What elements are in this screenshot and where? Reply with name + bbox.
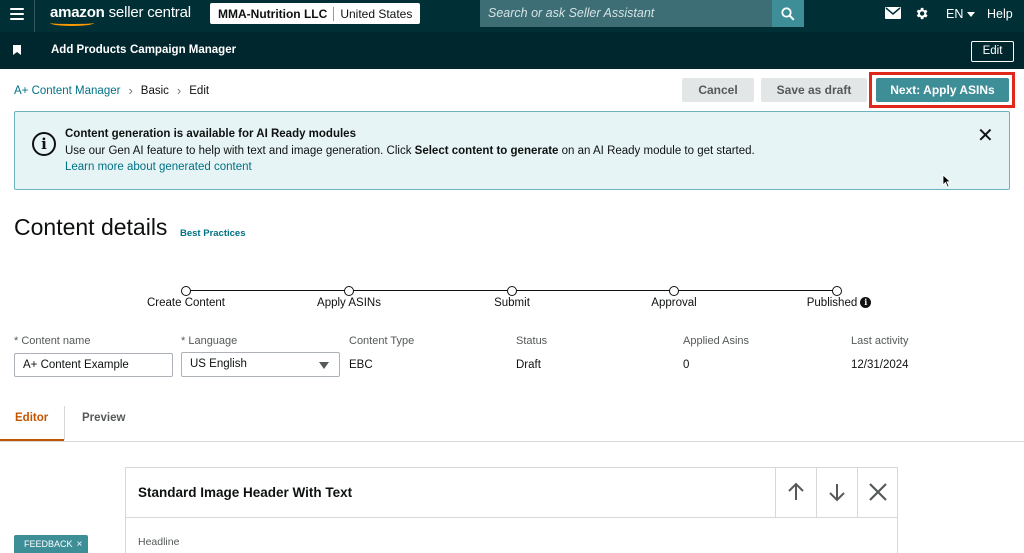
search-button[interactable] (772, 0, 804, 27)
step-dot-submit (507, 286, 517, 296)
step-dot-approval (669, 286, 679, 296)
close-icon[interactable]: × (77, 539, 83, 550)
search-icon (781, 7, 795, 21)
mouse-cursor-icon (942, 174, 952, 188)
account-switcher[interactable]: MMA-Nutrition LLC United States (210, 3, 421, 24)
mail-icon[interactable] (885, 7, 901, 19)
menu-icon[interactable] (10, 8, 24, 20)
breadcrumb-aplus-manager[interactable]: A+ Content Manager (14, 85, 120, 97)
next-apply-asins-button[interactable]: Next: Apply ASINs (876, 78, 1009, 102)
save-draft-button[interactable]: Save as draft (761, 78, 867, 102)
breadcrumb-edit: Edit (189, 84, 210, 97)
language-label: * Language (181, 335, 238, 347)
arrow-up-icon (788, 482, 804, 500)
tab-editor[interactable]: Editor (15, 412, 48, 424)
content-name-label: * Content name (14, 335, 91, 347)
help-link[interactable]: Help (987, 7, 1013, 21)
remove-module-button[interactable] (857, 468, 898, 518)
breadcrumb: A+ Content Manager › Basic › Edit (14, 83, 209, 98)
step-dot-create (181, 286, 191, 296)
language-selector[interactable]: EN (946, 7, 976, 21)
best-practices-link[interactable]: Best Practices (180, 228, 245, 239)
arrow-down-icon (829, 484, 845, 502)
cancel-button[interactable]: Cancel (682, 78, 754, 102)
close-icon[interactable]: ✕ (977, 126, 994, 146)
banner-title: Content generation is available for AI R… (65, 128, 356, 140)
info-icon: i (32, 132, 56, 156)
logo-smile (50, 20, 94, 26)
close-icon (869, 483, 887, 501)
banner-body: Use our Gen AI feature to help with text… (65, 145, 755, 157)
search-input[interactable]: Search or ask Seller Assistant (480, 0, 772, 27)
account-name: MMA-Nutrition LLC (210, 6, 335, 21)
chevron-right-icon: › (128, 83, 133, 98)
bookmark-campaign-manager[interactable]: Campaign Manager (130, 44, 236, 56)
tabs-baseline (0, 441, 1024, 442)
move-up-button[interactable] (775, 468, 816, 518)
step-dot-published (832, 286, 842, 296)
chevron-down-icon (967, 12, 976, 18)
bookmark-add-products[interactable]: Add Products (51, 44, 126, 56)
step-apply-asins: Apply ASINs (317, 297, 381, 309)
feedback-button[interactable]: FEEDBACK × (14, 535, 89, 553)
edit-bookmarks-button[interactable]: Edit (971, 41, 1014, 62)
headline-label: Headline (138, 536, 180, 548)
module-title: Standard Image Header With Text (138, 485, 353, 500)
module-header: Standard Image Header With Text (126, 468, 897, 518)
seller-central-logo[interactable]: amazon seller central (50, 4, 191, 21)
caret-down-icon (319, 362, 329, 369)
last-activity-label: Last activity (851, 335, 909, 347)
bookmark-icon[interactable] (13, 45, 21, 55)
nav-divider (34, 0, 35, 32)
breadcrumb-basic: Basic (140, 84, 169, 97)
step-approval: Approval (651, 297, 697, 309)
info-banner: i Content generation is available for AI… (14, 111, 1010, 190)
content-name-input[interactable]: A+ Content Example (14, 353, 173, 377)
bookmark-bar: Add Products Campaign Manager Edit (0, 32, 1024, 69)
info-icon[interactable]: i (860, 297, 872, 309)
module-card: Standard Image Header With Text Headline (125, 467, 898, 553)
chevron-right-icon: › (176, 83, 182, 98)
gear-icon[interactable] (914, 6, 929, 21)
step-create-content: Create Content (147, 297, 225, 309)
move-down-button[interactable] (816, 468, 857, 518)
learn-more-link[interactable]: Learn more about generated content (65, 161, 252, 173)
top-nav: amazon seller central MMA-Nutrition LLC … (0, 0, 1024, 32)
tab-preview[interactable]: Preview (82, 412, 125, 424)
marketplace-name: United States (340, 6, 413, 21)
content-type-label: Content Type (349, 335, 415, 347)
step-submit: Submit (494, 297, 530, 309)
language-select[interactable]: US English (181, 352, 340, 377)
applied-asins-label: Applied Asins (683, 335, 750, 347)
step-dot-apply (344, 286, 354, 296)
applied-asins-value: 0 (683, 359, 690, 371)
status-label: Status (516, 335, 548, 347)
step-published: Published i (779, 297, 899, 309)
content-type-value: EBC (349, 359, 373, 371)
page-title: Content details (14, 214, 168, 240)
tab-divider (64, 406, 65, 440)
last-activity-value: 12/31/2024 (851, 359, 909, 371)
status-value: Draft (516, 359, 541, 371)
